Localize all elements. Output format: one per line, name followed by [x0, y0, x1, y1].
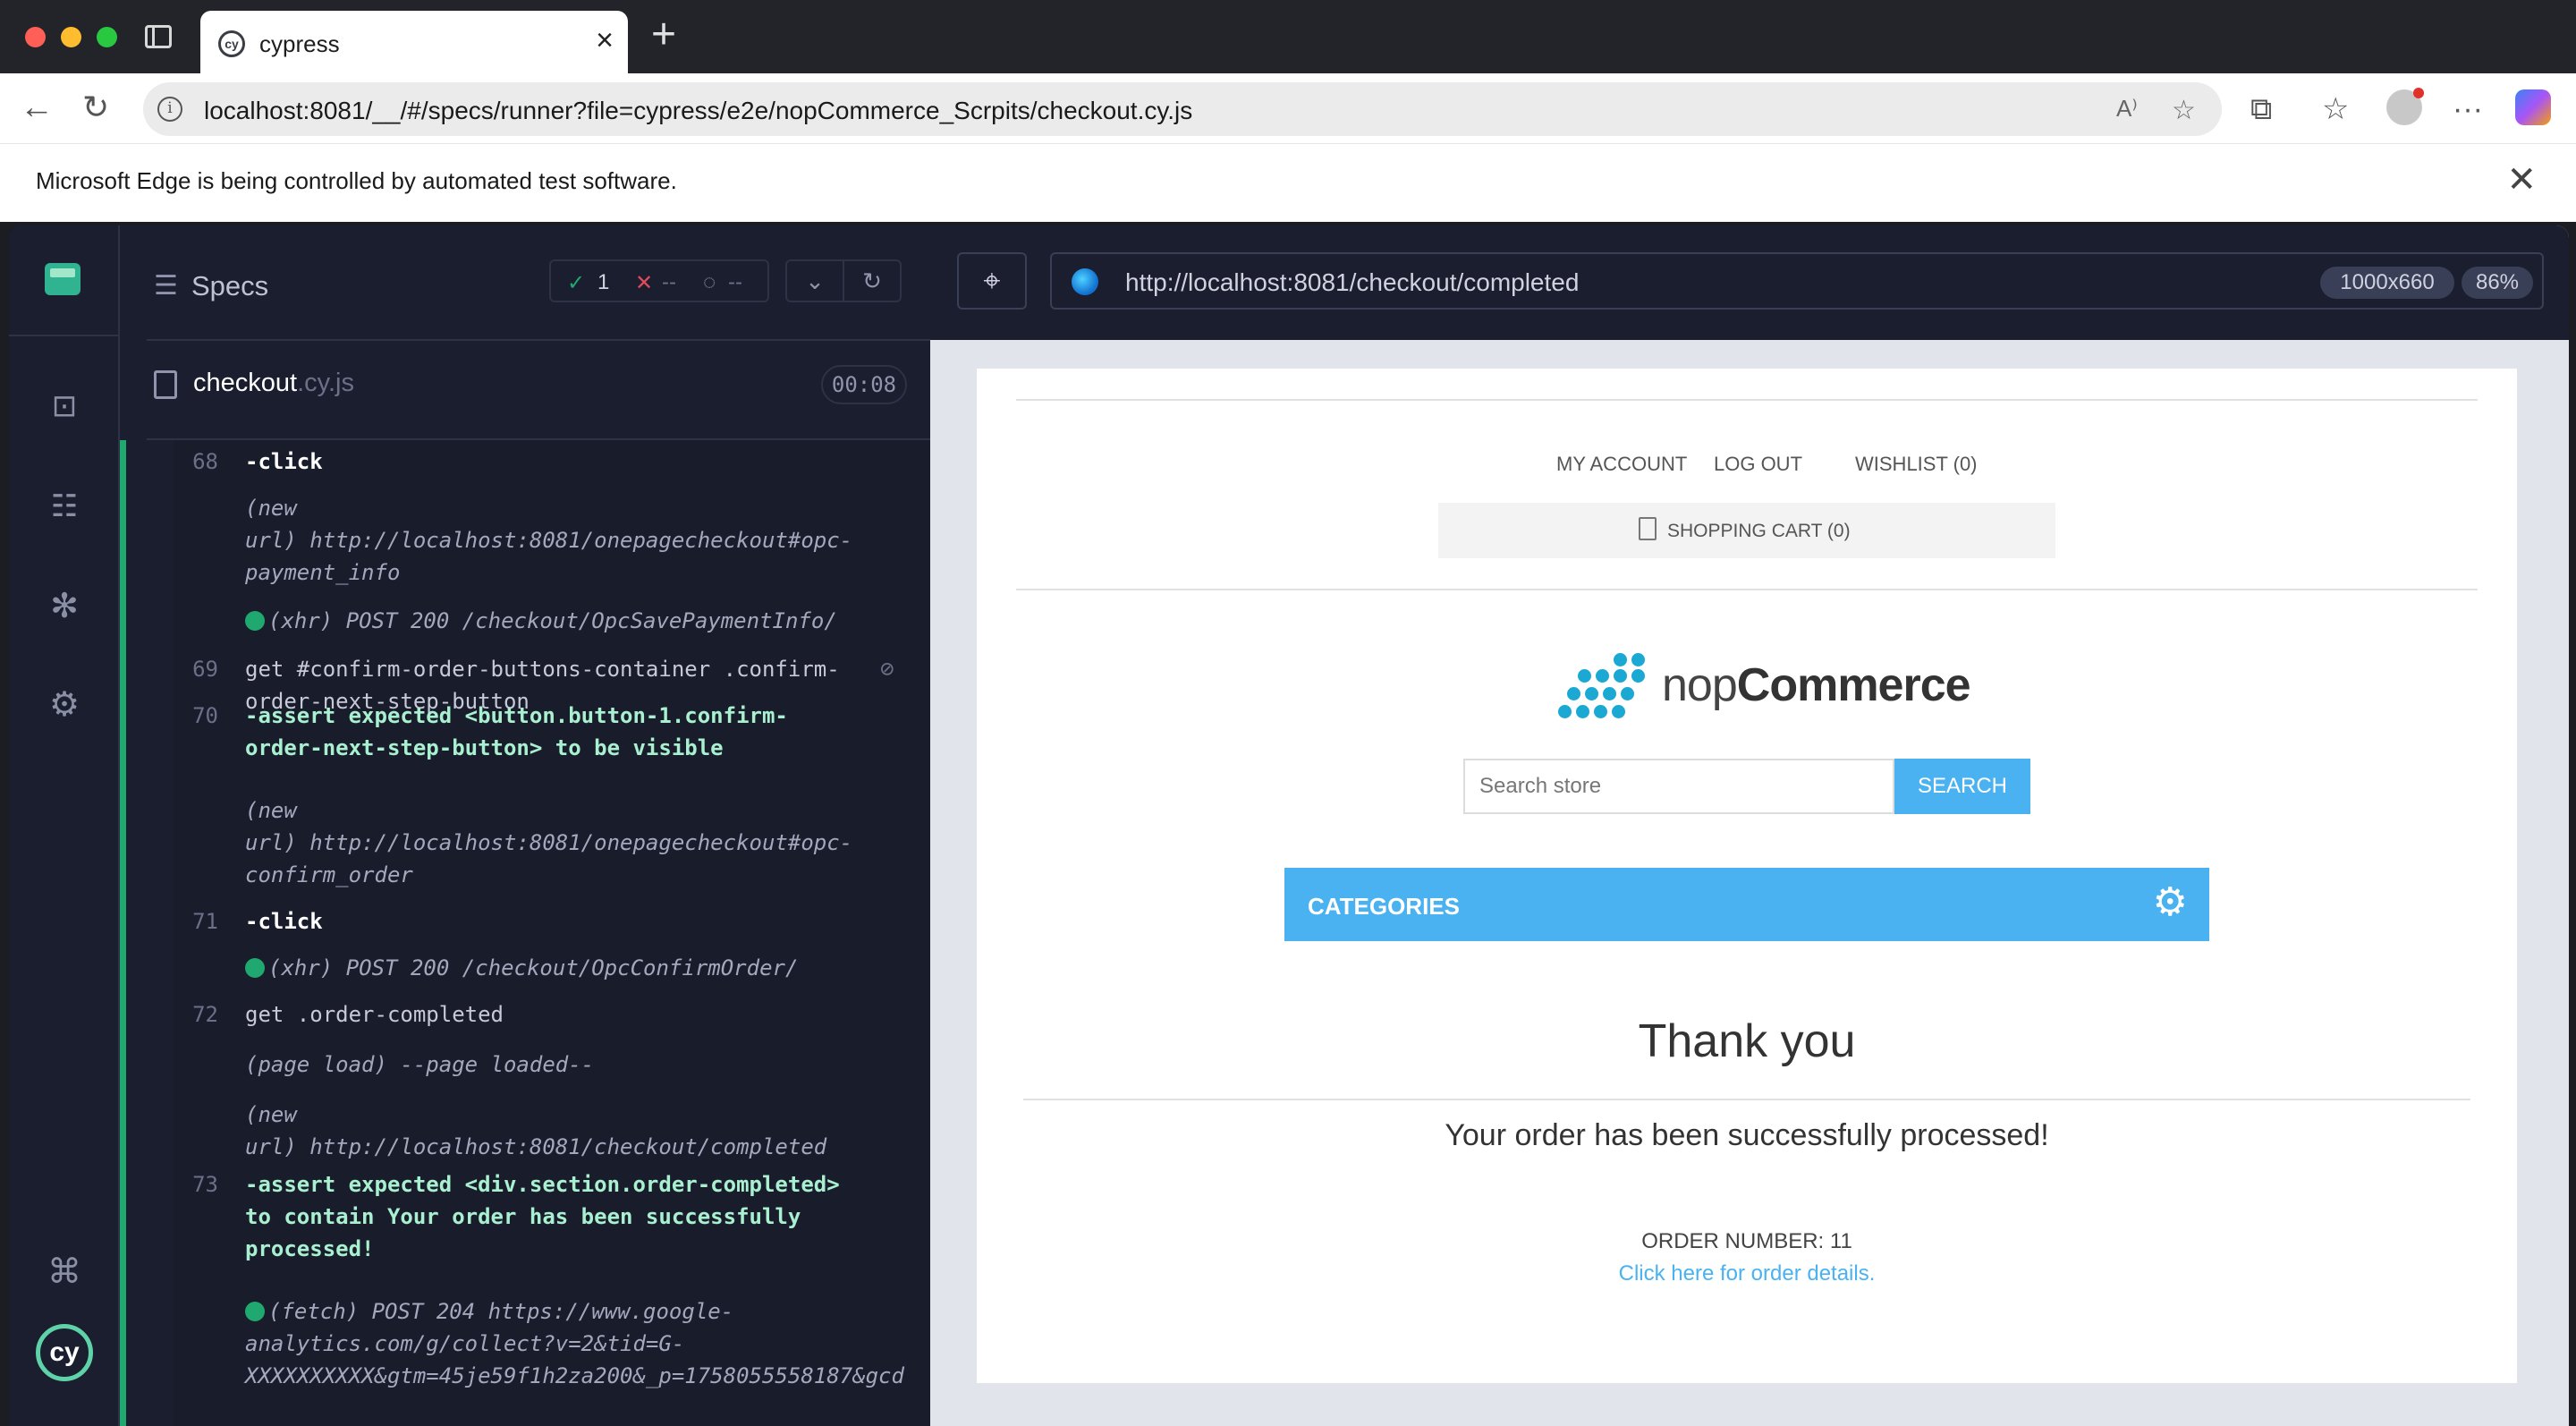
header-divider [1016, 589, 2478, 590]
new-tab-icon[interactable]: + [651, 13, 676, 57]
favorites-icon[interactable]: ☆ [2322, 93, 2349, 125]
extensions-icon[interactable]: ⧉ [2250, 93, 2272, 125]
tab-title: cypress [259, 30, 340, 57]
request-status-dot [245, 611, 265, 631]
logo-wordmark: nopCommerce [1662, 659, 1971, 711]
passed-count: 1 [597, 270, 610, 294]
title-divider [1023, 1099, 2470, 1100]
specs-list-icon[interactable]: ☰ [154, 270, 178, 301]
cypress-sidenav: ⊡ ☷ ✻ ⚙ ⌘ cy [9, 225, 120, 1426]
request-status-dot [245, 958, 265, 978]
cypress-favicon-icon: cy [218, 30, 245, 57]
spec-duration: 00:08 [821, 365, 907, 404]
store-logo[interactable]: nopCommerce [1558, 651, 1971, 723]
read-aloud-icon[interactable]: A⁾ [2116, 95, 2138, 123]
specs-label[interactable]: Specs [191, 270, 268, 302]
nav-divider [9, 335, 120, 336]
my-account-link[interactable]: MY ACCOUNT [1556, 453, 1687, 476]
store-page: MY ACCOUNT LOG OUT WISHLIST (0) SHOPPING… [977, 369, 2517, 1383]
pending-count: -- [728, 270, 742, 294]
aut-panel: ⌖ http://localhost:8081/checkout/complet… [930, 225, 2569, 1426]
project-logo-icon[interactable] [45, 263, 80, 295]
cart-label: SHOPPING CART (0) [1667, 521, 1851, 541]
header-divider [1016, 399, 2478, 401]
more-menu-icon[interactable]: ··· [2453, 93, 2483, 125]
viewport-size-badge[interactable]: 1000x660 [2320, 267, 2454, 299]
favorite-star-icon[interactable]: ☆ [2172, 95, 2196, 126]
close-icon[interactable]: ✕ [2506, 162, 2537, 198]
runs-list-icon[interactable]: ☷ [45, 487, 84, 526]
reporter-panel: ☰ Specs ✓ 1 ✕ -- ◌ -- ⌄ ↻ checkout.cy.js… [120, 225, 930, 1426]
cart-icon [1639, 517, 1657, 540]
back-icon[interactable]: ← [20, 89, 54, 125]
sidebar-toggle-icon[interactable] [145, 25, 172, 48]
pending-icon: ◌ [703, 270, 716, 294]
logo-dots-icon [1558, 653, 1648, 721]
browser-toolbar: ← ↻ i localhost:8081/__/#/specs/runner?f… [0, 73, 2576, 143]
spec-file-row: checkout.cy.js 00:08 [120, 365, 930, 413]
order-success-message: Your order has been successfully process… [1445, 1118, 2049, 1152]
search-button[interactable]: SEARCH [1894, 759, 2030, 814]
tab-close-icon[interactable]: × [596, 25, 614, 55]
categories-label: CATEGORIES [1308, 893, 1460, 920]
wishlist-link[interactable]: WISHLIST (0) [1855, 453, 1978, 476]
specs-nav-icon[interactable]: ⊡ [45, 386, 84, 426]
document-icon [154, 370, 177, 399]
divider [147, 339, 930, 341]
test-stats: ✓ 1 ✕ -- ◌ -- [549, 259, 769, 302]
rerun-reload-icon[interactable]: ↻ [843, 259, 902, 302]
log-out-link[interactable]: LOG OUT [1714, 453, 1802, 476]
failed-x-icon: ✕ [635, 271, 654, 295]
collapse-chevron-icon[interactable]: ⌄ [785, 259, 844, 302]
profile-avatar[interactable] [2386, 88, 2424, 125]
automation-message: Microsoft Edge is being controlled by au… [36, 167, 677, 194]
copilot-icon[interactable] [2515, 89, 2551, 125]
browser-tab[interactable]: cy cypress × [200, 11, 628, 73]
edge-browser-icon [1072, 268, 1098, 295]
address-text: localhost:8081/__/#/specs/runner?file=cy… [204, 97, 1193, 124]
address-bar[interactable]: i localhost:8081/__/#/specs/runner?file=… [143, 82, 2222, 136]
reporter-header: ☰ Specs ✓ 1 ✕ -- ◌ -- ⌄ ↻ [120, 225, 930, 340]
hidden-eye-icon: ⊘ [880, 656, 894, 683]
gear-icon[interactable]: ⚙ [2153, 880, 2188, 925]
categories-menu[interactable]: CATEGORIES ⚙ [1284, 868, 2209, 941]
aut-header: ⌖ http://localhost:8081/checkout/complet… [930, 225, 2569, 340]
command-log-pane: 68 -click (new url) http://localhost:808… [174, 440, 930, 1426]
zoom-badge[interactable]: 86% [2462, 267, 2533, 299]
tab-bar: cy cypress × + [0, 0, 2576, 73]
aut-url-text: http://localhost:8081/checkout/completed [1125, 268, 1580, 296]
search-input[interactable]: Search store [1463, 759, 1894, 814]
bug-icon[interactable]: ✻ [45, 587, 84, 626]
shopping-cart-link[interactable]: SHOPPING CART (0) [1438, 503, 2055, 558]
request-status-dot [245, 1302, 265, 1321]
automation-info-bar: Microsoft Edge is being controlled by au… [0, 143, 2576, 222]
site-info-icon[interactable]: i [157, 97, 182, 122]
passed-check-icon: ✓ [567, 271, 586, 295]
selector-playground-crosshair-icon[interactable]: ⌖ [957, 252, 1027, 310]
close-window-button[interactable] [25, 27, 46, 47]
spec-file-name: checkout.cy.js [193, 369, 354, 397]
pass-indicator-rail [120, 440, 126, 1426]
failed-count: -- [662, 270, 676, 294]
aut-url-bar[interactable]: http://localhost:8081/checkout/completed… [1050, 252, 2544, 310]
command-icon[interactable]: ⌘ [45, 1252, 84, 1292]
order-details-link[interactable]: Click here for order details. [977, 1261, 2517, 1286]
command-log[interactable]: 68 -click (new url) http://localhost:808… [120, 440, 930, 1426]
maximize-window-button[interactable] [97, 27, 117, 47]
settings-gear-icon[interactable]: ⚙ [45, 685, 84, 725]
cypress-logo-icon[interactable]: cy [36, 1324, 93, 1381]
reload-icon[interactable]: ↻ [82, 89, 109, 125]
cypress-app: ⊡ ☷ ✻ ⚙ ⌘ cy ☰ Specs ✓ 1 ✕ -- ◌ -- ⌄ ↻ c… [9, 225, 2569, 1426]
order-number: ORDER NUMBER: 11 [1641, 1229, 1852, 1253]
minimize-window-button[interactable] [61, 27, 81, 47]
page-title: Thank you [1638, 1015, 1856, 1067]
